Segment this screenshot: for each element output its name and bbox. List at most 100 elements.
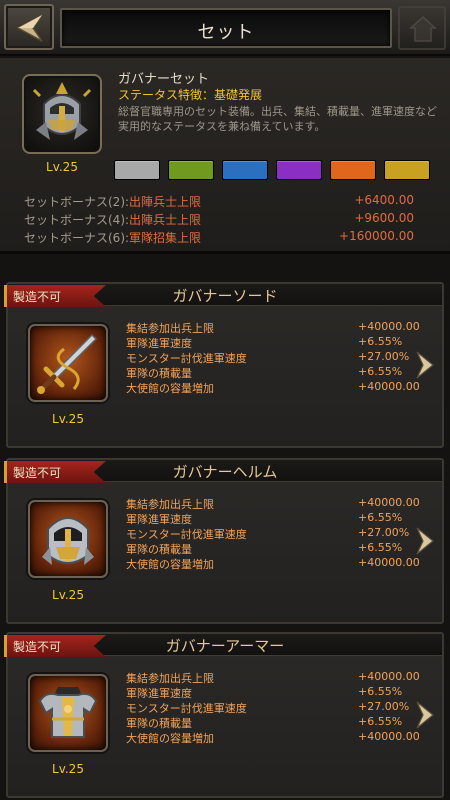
- set-name: ガバナーセット: [118, 72, 210, 87]
- stat-name: 軍隊進軍速度: [126, 513, 192, 526]
- stat-name: モンスター討伐進軍速度: [126, 702, 247, 715]
- set-bonus-stat: 軍隊招集上限: [129, 231, 202, 245]
- stat-name: 大使館の容量増加: [126, 558, 214, 571]
- stat-name: 集結参加出兵上限: [126, 322, 214, 335]
- stat-value: +6.55%: [358, 715, 403, 728]
- set-bonus-label: セットボーナス(6):: [24, 231, 130, 245]
- stat-row: 大使館の容量増加 +40000.00: [126, 730, 420, 745]
- home-button[interactable]: [398, 6, 446, 50]
- item-card-armor[interactable]: ガバナーアーマー 製造不可 Lv.25 集結参加出兵上限 +40000.00 軍隊…: [4, 632, 444, 798]
- home-icon: [409, 15, 437, 42]
- stat-name: 軍隊進軍速度: [126, 337, 192, 350]
- item-level: Lv.25: [52, 762, 84, 776]
- governor-helmet-emblem-icon: [32, 82, 92, 140]
- set-bonus-value: +160000.00: [339, 229, 414, 243]
- item-stats: 集結参加出兵上限 +40000.00 軍隊進軍速度 +6.55% モンスター討伐進軍…: [126, 670, 420, 745]
- stat-name: モンスター討伐進軍速度: [126, 528, 247, 541]
- set-bonus-stat: 出陣兵士上限: [129, 195, 202, 209]
- stat-row: 集結参加出兵上限 +40000.00: [126, 496, 420, 511]
- set-emblem: [22, 74, 102, 154]
- stat-value: +40000.00: [358, 556, 420, 569]
- set-summary-panel: Lv.25 ガバナーセット ステータス特徴：基礎発展 総督官職専用のセット装備。…: [0, 58, 450, 254]
- stat-name: 大使館の容量増加: [126, 382, 214, 395]
- item-level: Lv.25: [52, 412, 84, 426]
- stat-value: +40000.00: [358, 670, 420, 683]
- craft-status-ribbon: 製造不可: [4, 635, 106, 657]
- stat-name: 大使館の容量増加: [126, 732, 214, 745]
- stat-name: 集結参加出兵上限: [126, 672, 214, 685]
- craft-status-label: 製造不可: [13, 290, 62, 304]
- stat-value: +40000.00: [358, 380, 420, 393]
- set-bonus-row: セットボーナス(6):軍隊招集上限 +160000.00: [24, 228, 428, 246]
- stat-value: +40000.00: [358, 730, 420, 743]
- stat-name: 軍隊の積載量: [126, 367, 192, 380]
- sword-icon: [37, 333, 98, 394]
- stat-row: 軍隊進軍速度 +6.55%: [126, 335, 406, 350]
- set-level: Lv.25: [46, 160, 78, 174]
- stat-row: 大使館の容量増加 +40000.00: [126, 556, 420, 571]
- stat-row: 集結参加出兵上限 +40000.00: [126, 670, 420, 685]
- quality-swatch-orange[interactable]: [330, 160, 376, 180]
- stat-name: 軍隊進軍速度: [126, 687, 192, 700]
- item-card-sword[interactable]: ガバナーソード 製造不可 Lv.25 集結参加出兵上限 +40000.00 軍隊進…: [4, 282, 444, 448]
- set-bonus-list: セットボーナス(2):出陣兵士上限 +6400.00 セットボーナス(4):出陣…: [24, 192, 428, 246]
- quality-swatch-gold[interactable]: [384, 160, 430, 180]
- stat-value: +27.00%: [358, 526, 410, 539]
- page-title: セット: [197, 22, 255, 43]
- stat-row: 大使館の容量増加 +40000.00: [126, 380, 420, 395]
- craft-status-ribbon: 製造不可: [4, 285, 106, 307]
- chevron-right-icon[interactable]: [414, 526, 436, 556]
- stat-value: +6.55%: [358, 541, 403, 554]
- item-card-helm[interactable]: ガバナーヘルム 製造不可 Lv.25 集結参加出兵上限 +40000.00 軍隊進…: [4, 458, 444, 624]
- set-description: 総督官職専用のセット装備。出兵、集結、積載量、進軍速度など実用的なステータスを兼…: [118, 105, 437, 133]
- quality-swatch-green[interactable]: [168, 160, 214, 180]
- stat-row: 軍隊の積載量 +6.55%: [126, 715, 406, 730]
- back-button[interactable]: [4, 4, 54, 50]
- stat-value: +27.00%: [358, 350, 410, 363]
- back-arrow-icon: [16, 14, 43, 42]
- chevron-right-icon[interactable]: [414, 350, 436, 380]
- stat-value: +6.55%: [358, 685, 403, 698]
- set-feature: ステータス特徴：基礎発展: [118, 88, 263, 102]
- craft-status-ribbon: 製造不可: [4, 461, 106, 483]
- stat-row: 軍隊進軍速度 +6.55%: [126, 511, 406, 526]
- item-icon-frame: [28, 500, 108, 578]
- quality-swatch-blue[interactable]: [222, 160, 268, 180]
- stat-value: +6.55%: [358, 335, 403, 348]
- quality-swatch-purple[interactable]: [276, 160, 322, 180]
- stat-value: +40000.00: [358, 496, 420, 509]
- top-bar: セット: [0, 0, 450, 56]
- stat-name: 軍隊の積載量: [126, 543, 192, 556]
- set-bonus-row: セットボーナス(2):出陣兵士上限 +6400.00: [24, 192, 428, 210]
- stat-row: モンスター討伐進軍速度 +27.00%: [126, 350, 410, 365]
- set-bonus-row: セットボーナス(4):出陣兵士上限 +9600.00: [24, 210, 428, 228]
- stat-row: 軍隊の積載量 +6.55%: [126, 365, 406, 380]
- item-icon-frame: [28, 674, 108, 752]
- set-bonus-value: +9600.00: [354, 211, 414, 225]
- stat-name: 軍隊の積載量: [126, 717, 192, 730]
- item-level: Lv.25: [52, 588, 84, 602]
- stat-row: モンスター討伐進軍速度 +27.00%: [126, 700, 410, 715]
- stat-value: +6.55%: [358, 511, 403, 524]
- stat-value: +6.55%: [358, 365, 403, 378]
- set-bonus-value: +6400.00: [354, 193, 414, 207]
- craft-status-label: 製造不可: [13, 640, 62, 654]
- set-bonus-label: セットボーナス(4):: [24, 213, 130, 227]
- stat-name: モンスター討伐進軍速度: [126, 352, 247, 365]
- craft-status-label: 製造不可: [13, 466, 62, 480]
- item-stats: 集結参加出兵上限 +40000.00 軍隊進軍速度 +6.55% モンスター討伐進軍…: [126, 320, 420, 395]
- stat-value: +27.00%: [358, 700, 410, 713]
- set-bonus-label: セットボーナス(2):: [24, 195, 130, 209]
- armor-icon: [38, 687, 98, 738]
- quality-swatch-gray[interactable]: [114, 160, 160, 180]
- chevron-right-icon[interactable]: [414, 700, 436, 730]
- item-icon-frame: [28, 324, 108, 402]
- set-bonus-stat: 出陣兵士上限: [129, 213, 202, 227]
- title-plate: セット: [60, 8, 392, 48]
- helmet-icon: [42, 517, 94, 565]
- stat-row: 集結参加出兵上限 +40000.00: [126, 320, 420, 335]
- stat-row: 軍隊進軍速度 +6.55%: [126, 685, 406, 700]
- stat-name: 集結参加出兵上限: [126, 498, 214, 511]
- stat-row: 軍隊の積載量 +6.55%: [126, 541, 406, 556]
- item-stats: 集結参加出兵上限 +40000.00 軍隊進軍速度 +6.55% モンスター討伐進軍…: [126, 496, 420, 571]
